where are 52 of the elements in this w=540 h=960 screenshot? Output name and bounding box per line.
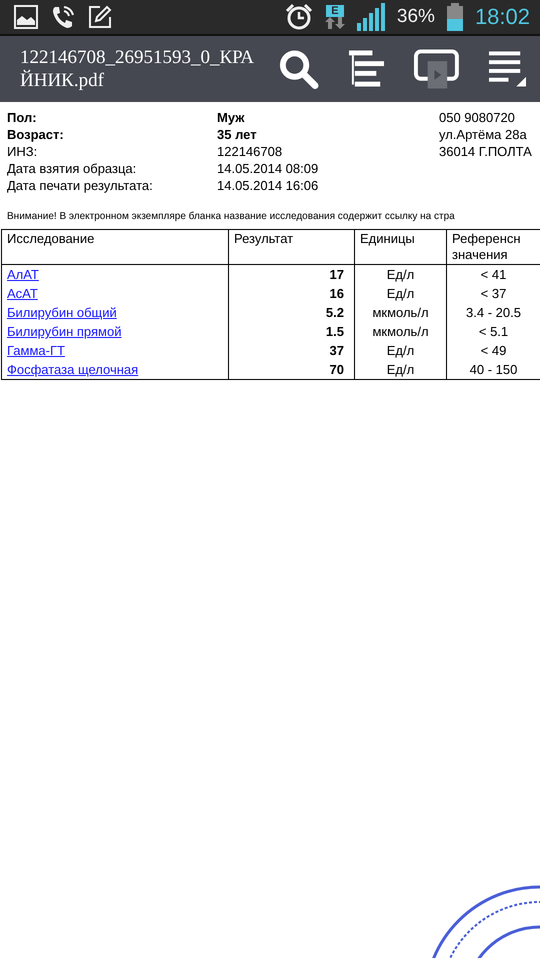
field-label: Пол:: [7, 109, 38, 126]
data-arrows-icon: [324, 17, 345, 29]
table-cell: < 41: [446, 264, 540, 284]
signal-icon: [356, 3, 385, 31]
network-type-badge: E: [326, 5, 344, 17]
table-cell: < 5.1: [446, 322, 540, 341]
field-value: Муж: [217, 109, 246, 126]
alarm-clock-icon: [284, 3, 313, 31]
column-header: Результат: [228, 230, 354, 264]
column-header: Исследование: [2, 230, 228, 264]
table-cell: 70: [228, 360, 354, 380]
field-label: ИНЗ:: [7, 143, 38, 160]
table-cell: 16: [228, 284, 354, 303]
table-cell: 37: [228, 341, 354, 360]
document-title: 122146708_26951593_0_КРАЙНИК.pdf: [20, 46, 254, 92]
table-cell: 5.2: [228, 303, 354, 322]
field-value: 14.05.2014 16:06: [217, 177, 320, 194]
table-cell: < 49: [446, 341, 540, 360]
test-link[interactable]: Билирубин прямой: [7, 324, 122, 339]
contact-text: 050 9080720: [439, 109, 515, 126]
contact-text: 36014 Г.ПОЛТА: [439, 143, 532, 160]
battery-percentage: 36%: [396, 6, 435, 28]
contact-text: ул.Артёма 28а: [439, 126, 527, 143]
test-link[interactable]: Гамма-ГТ: [7, 343, 65, 358]
table-cell: Ед/л: [354, 341, 446, 360]
table-cell: < 37: [446, 284, 540, 303]
field-label: Дата печати результата:: [7, 177, 154, 194]
test-link[interactable]: АлАТ: [7, 267, 39, 282]
table-cell: мкмоль/л: [354, 322, 446, 341]
table-cell: 3.4 - 20.5: [446, 303, 540, 322]
table-cell: Ед/л: [354, 264, 446, 284]
table-cell: 17: [228, 264, 354, 284]
table-cell: мкмоль/л: [354, 303, 446, 322]
image-icon: [14, 5, 38, 29]
field-value: 14.05.2014 08:09: [217, 160, 320, 177]
phone-icon: [50, 4, 76, 30]
notice-text: Внимание! В электронном экземпляре бланка название исследования содержит ссылку на стра: [7, 211, 456, 222]
field-label: Дата взятия образца:: [7, 160, 138, 177]
field-value: 122146708: [217, 143, 284, 160]
field-value: 35 лет: [217, 126, 258, 143]
edit-icon: [88, 5, 112, 29]
table-cell: Ед/л: [354, 360, 446, 380]
clock-time: 18:02: [474, 4, 530, 30]
field-label: Возраст:: [7, 126, 65, 143]
table-cell: 40 - 150: [446, 360, 540, 380]
column-header: Референсн значения: [446, 230, 540, 264]
test-link[interactable]: Билирубин общий: [7, 305, 117, 320]
test-link[interactable]: АсАТ: [7, 286, 38, 301]
table-cell: Ед/л: [354, 284, 446, 303]
column-header: Единицы: [354, 230, 446, 264]
battery-icon: [446, 3, 463, 31]
table-cell: 1.5: [228, 322, 354, 341]
